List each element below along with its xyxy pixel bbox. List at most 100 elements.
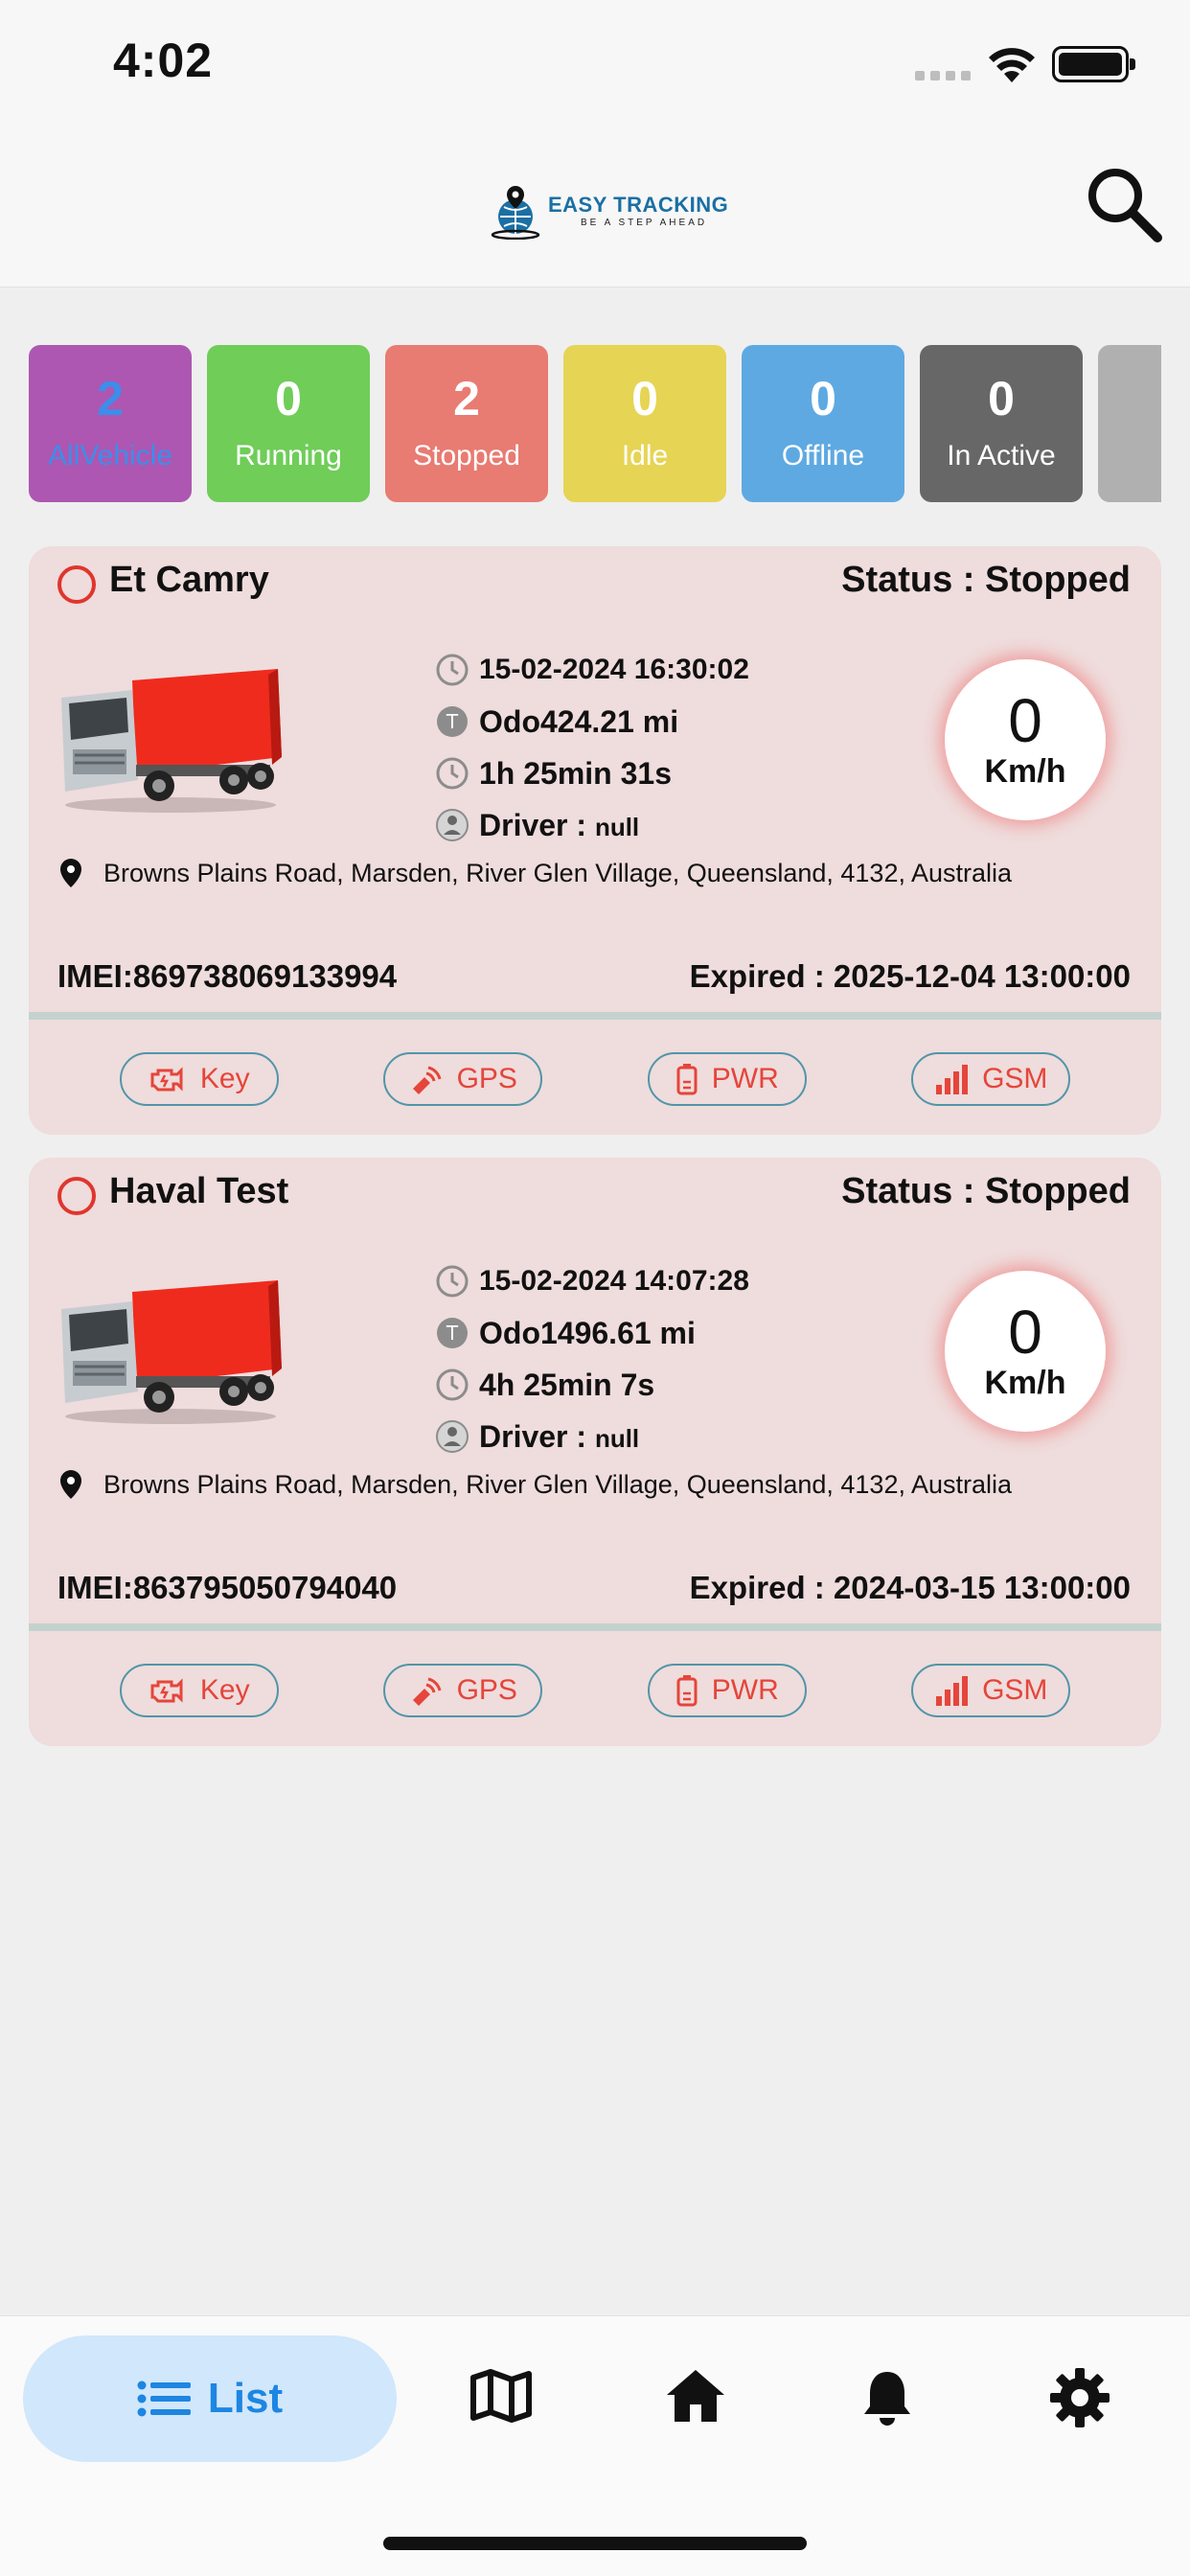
gps-label: GPS xyxy=(456,1063,517,1094)
odometer-icon: T xyxy=(437,706,468,737)
vehicle-status: Status : Stopped xyxy=(841,560,1131,600)
imei-text: IMEI:863795050794040 xyxy=(57,1570,398,1605)
signal-bars-icon xyxy=(936,1676,969,1706)
vehicle-status-filters: 2 AllVehicle 0 Running 2 Stopped 0 Idle … xyxy=(29,345,1161,504)
signal-bars-icon xyxy=(936,1065,969,1094)
location-pin-icon xyxy=(60,859,81,887)
stop-duration: 4h 25min 7s xyxy=(479,1367,655,1402)
odometer-icon: T xyxy=(437,1318,468,1348)
filter-stopped[interactable]: 2 Stopped xyxy=(385,345,548,502)
truck-icon xyxy=(61,1280,282,1424)
filter-count: 2 xyxy=(453,372,480,426)
pwr-indicator[interactable]: PWR xyxy=(647,1052,807,1106)
indicator-pills: Key GPS PWR GSM xyxy=(29,1052,1161,1106)
speed-unit: Km/h xyxy=(984,1364,1066,1401)
app-logo: EASY TRACKING BE A STEP AHEAD xyxy=(489,182,728,240)
expiry-text: Expired : 2024-03-15 13:00:00 xyxy=(689,1570,1131,1605)
duration-clock-icon xyxy=(436,1368,469,1401)
last-update-time: 15-02-2024 14:07:28 xyxy=(479,1265,749,1297)
globe-pin-logo-icon xyxy=(491,186,540,240)
filter-offline[interactable]: 0 Offline xyxy=(742,345,904,502)
vehicle-address: Browns Plains Road, Marsden, River Glen … xyxy=(57,857,1016,891)
gsm-label: GSM xyxy=(982,1674,1048,1706)
filter-label: Idle xyxy=(621,440,669,472)
filter-idle[interactable]: 0 Idle xyxy=(563,345,726,502)
list-icon xyxy=(137,2380,191,2417)
truck-icon xyxy=(61,669,282,813)
vehicle-card[interactable]: Haval Test Status : Stopped 15-02-2024 1… xyxy=(29,1158,1161,1746)
battery-icon xyxy=(1052,46,1135,82)
gear-icon[interactable] xyxy=(1050,2368,1110,2427)
filter-label: Running xyxy=(235,440,342,472)
card-divider xyxy=(29,1623,1161,1631)
pwr-label: PWR xyxy=(711,1063,779,1094)
clock-icon xyxy=(436,1265,469,1298)
driver-label: Driver : xyxy=(479,1418,595,1454)
filter-label: Stopped xyxy=(413,440,520,472)
vehicle-name: Haval Test xyxy=(109,1171,289,1211)
filter-label: In Active xyxy=(947,440,1056,472)
gsm-indicator[interactable]: GSM xyxy=(911,1664,1071,1717)
speedometer: 0 Km/h xyxy=(945,1271,1106,1432)
status-time: 4:02 xyxy=(113,34,214,87)
nav-list-tab[interactable]: List xyxy=(23,2335,397,2462)
svg-text:T: T xyxy=(446,710,459,733)
status-ring-icon xyxy=(57,1177,96,1215)
wifi-icon xyxy=(989,48,1035,82)
cellular-signal-icon xyxy=(915,71,971,80)
nav-list-label: List xyxy=(207,2375,284,2422)
home-indicator[interactable] xyxy=(383,2537,807,2550)
vehicle-info: 15-02-2024 16:30:02 T Odo424.21 mi 1h 25… xyxy=(435,644,749,851)
clock-icon xyxy=(436,654,469,686)
driver-label: Driver : xyxy=(479,807,595,842)
filter-in-active[interactable]: 0 In Active xyxy=(920,345,1083,502)
indicator-pills: Key GPS PWR GSM xyxy=(29,1664,1161,1717)
logo-title: EASY TRACKING xyxy=(548,192,729,217)
filter-all-vehicle[interactable]: 2 AllVehicle xyxy=(29,345,192,502)
vehicle-info: 15-02-2024 14:07:28 T Odo1496.61 mi 4h 2… xyxy=(435,1255,749,1462)
speed-value: 0 xyxy=(1008,1297,1042,1367)
pwr-indicator[interactable]: PWR xyxy=(647,1664,807,1717)
driver-icon xyxy=(436,1420,469,1453)
vehicle-name: Et Camry xyxy=(109,560,269,600)
engine-icon xyxy=(150,1067,183,1092)
filter-count: 0 xyxy=(810,372,836,426)
address-text: Browns Plains Road, Marsden, River Glen … xyxy=(103,1470,1013,1499)
vehicle-address: Browns Plains Road, Marsden, River Glen … xyxy=(57,1468,1016,1503)
vehicle-card[interactable]: Et Camry Status : Stopped 15-02-2024 16:… xyxy=(29,546,1161,1135)
filter-label: AllVehicle xyxy=(47,440,173,472)
key-label: Key xyxy=(199,1063,250,1094)
filter-count: 2 xyxy=(97,372,124,426)
filter-label: Offline xyxy=(781,440,865,472)
home-icon[interactable] xyxy=(665,2368,726,2424)
gsm-indicator[interactable]: GSM xyxy=(911,1052,1071,1106)
speed-unit: Km/h xyxy=(984,752,1066,790)
card-divider xyxy=(29,1012,1161,1020)
filter-count: 0 xyxy=(988,372,1015,426)
location-pin-icon xyxy=(60,1470,81,1499)
battery-power-icon xyxy=(676,1064,698,1095)
gps-indicator[interactable]: GPS xyxy=(383,1052,543,1106)
odometer-value: Odo424.21 mi xyxy=(479,703,679,739)
key-indicator[interactable]: Key xyxy=(119,1664,279,1717)
key-indicator[interactable]: Key xyxy=(119,1052,279,1106)
driver-value: null xyxy=(594,1423,640,1453)
driver-value: null xyxy=(594,812,640,841)
gsm-label: GSM xyxy=(982,1063,1048,1094)
driver-icon xyxy=(436,809,469,841)
search-icon[interactable] xyxy=(1083,163,1165,245)
map-icon[interactable] xyxy=(469,2368,533,2424)
filter-expired[interactable]: Ex xyxy=(1098,345,1161,502)
svg-text:T: T xyxy=(446,1322,459,1345)
status-bar: 4:02 xyxy=(0,0,1190,134)
vehicle-status: Status : Stopped xyxy=(841,1171,1131,1211)
speed-value: 0 xyxy=(1008,685,1042,755)
filter-running[interactable]: 0 Running xyxy=(207,345,370,502)
satellite-icon xyxy=(412,1066,442,1094)
bell-icon[interactable] xyxy=(860,2368,914,2426)
speedometer: 0 Km/h xyxy=(945,659,1106,820)
logo-tagline: BE A STEP AHEAD xyxy=(581,217,708,228)
filter-count: 0 xyxy=(275,372,302,426)
gps-indicator[interactable]: GPS xyxy=(383,1664,543,1717)
satellite-icon xyxy=(412,1677,442,1706)
